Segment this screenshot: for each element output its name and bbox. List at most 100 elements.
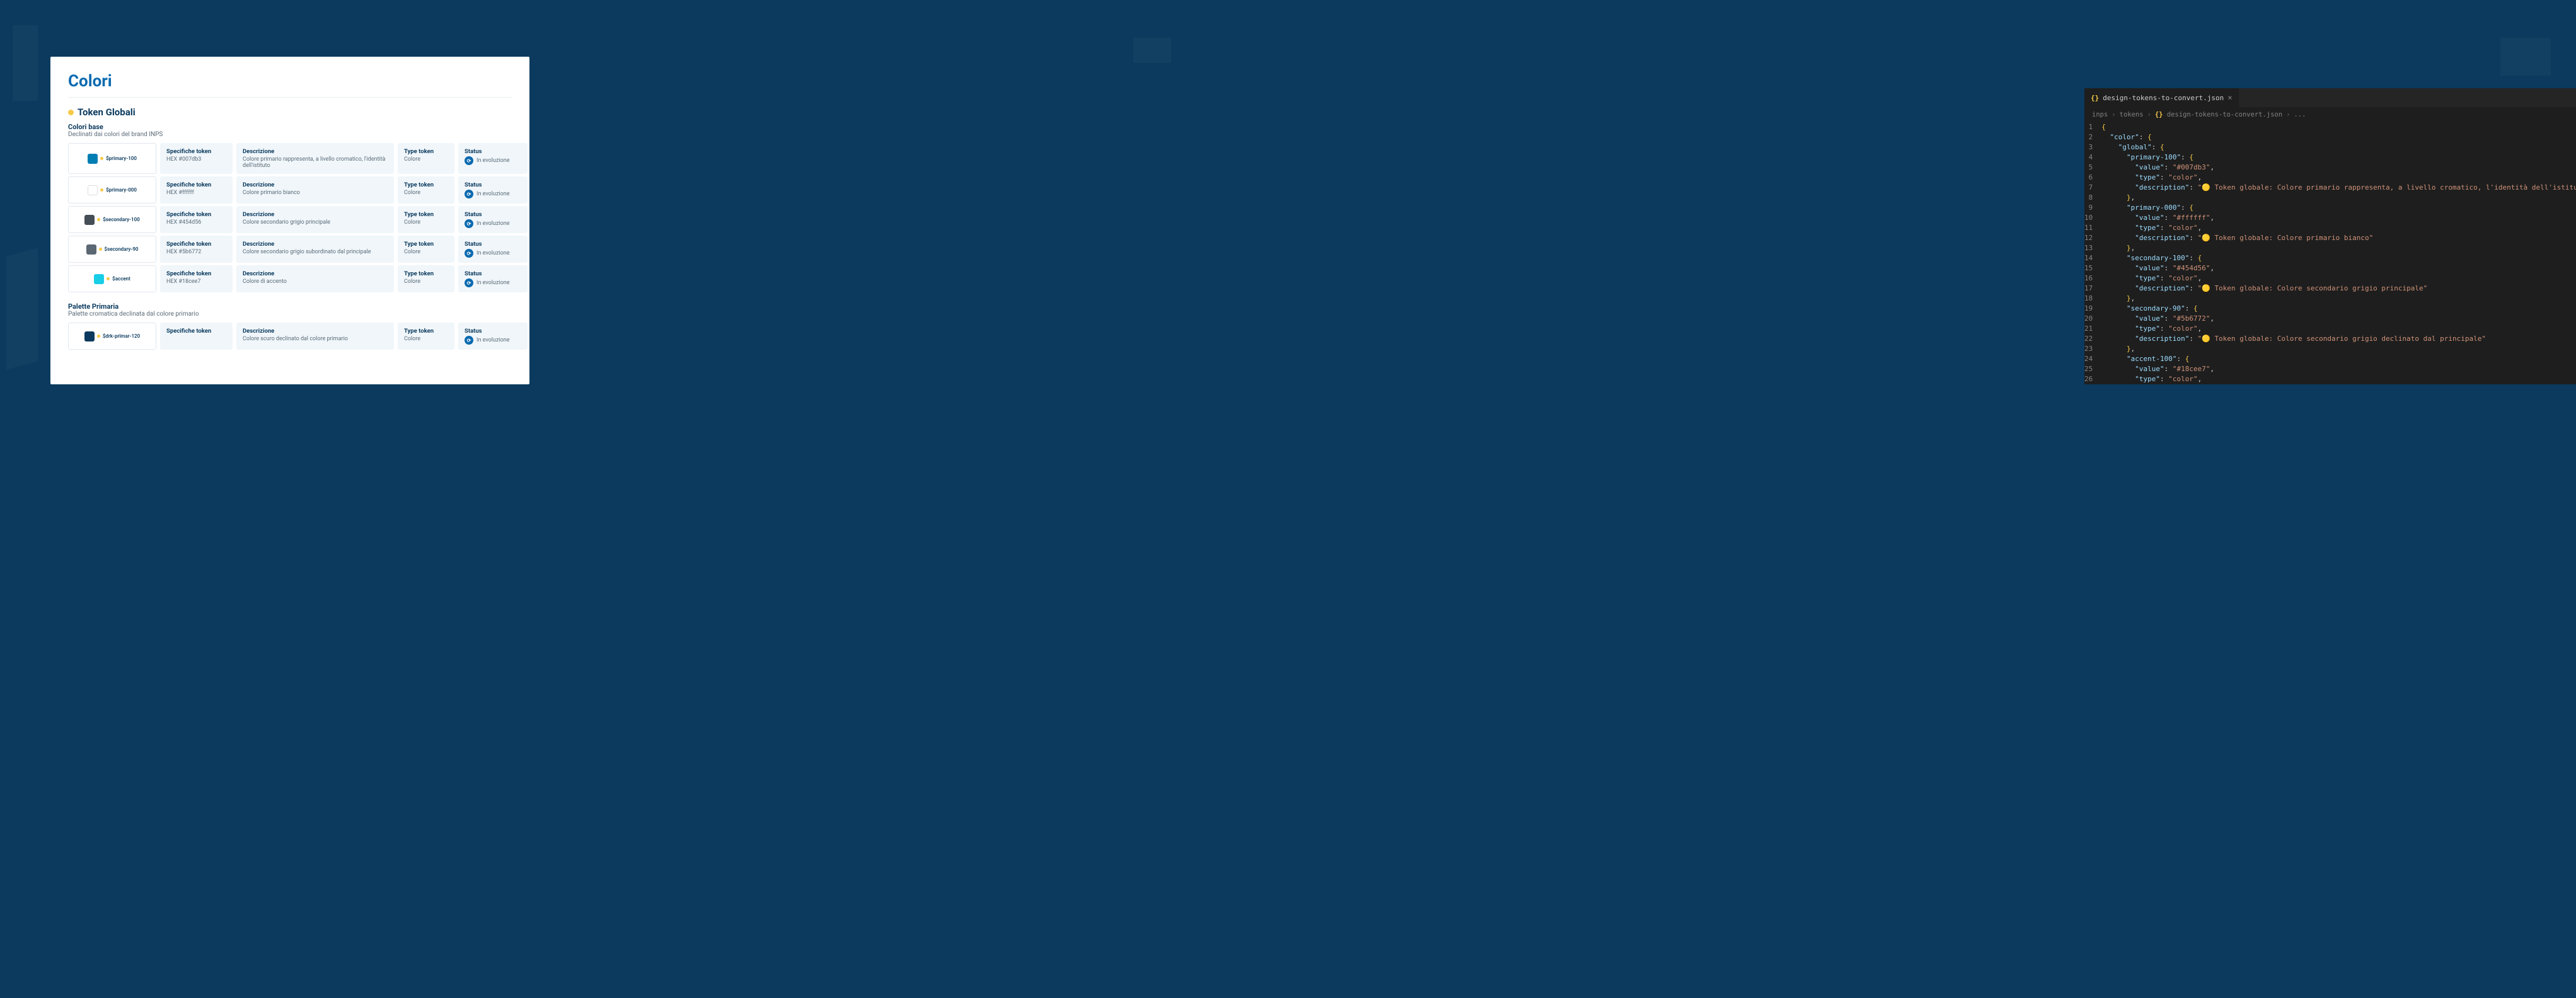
code-line[interactable]: "description": "🟡 Token globale: Colore … (2101, 233, 2576, 243)
type-card: Type token Colore (398, 143, 454, 174)
line-number: 2 (2084, 132, 2093, 142)
code-line[interactable]: }, (2101, 294, 2576, 304)
type-card: Type token Colore (398, 206, 454, 233)
line-number: 7 (2084, 183, 2093, 193)
code-line[interactable]: "type": "color", (2101, 324, 2576, 334)
token-row: $primary-100 Specifiche token HEX #007db… (68, 143, 512, 174)
json-icon: {} (2091, 94, 2099, 102)
color-swatch (84, 215, 95, 225)
bullet-icon (99, 248, 102, 251)
code-line[interactable]: }, (2101, 193, 2576, 203)
token-row: $drk-primar-120 Specifiche token Descriz… (68, 323, 512, 350)
spec-card: Specifiche token (160, 323, 233, 350)
code-line[interactable]: "value": "#007db3", (2101, 163, 2576, 173)
close-icon[interactable]: × (2227, 93, 2232, 102)
code-line[interactable]: "value": "#5b6772", (2101, 314, 2576, 324)
color-swatch (88, 154, 98, 164)
section-title: Token Globali (78, 106, 136, 118)
status-value: In evoluzione (477, 280, 509, 286)
color-swatch (94, 274, 104, 284)
line-number: 5 (2084, 163, 2093, 173)
line-number: 6 (2084, 173, 2093, 183)
code-line[interactable]: "description": "🟡 Token globale: Colore … (2101, 284, 2576, 294)
breadcrumb[interactable]: inps›tokens›{} design-tokens-to-convert.… (2084, 107, 2576, 122)
breadcrumb-segment[interactable]: tokens (2120, 111, 2144, 118)
code-line[interactable]: }, (2101, 243, 2576, 253)
code-line[interactable]: "description": "🟡 Token globale: Colore … (2101, 334, 2576, 344)
token-swatch-card[interactable]: $secondary-90 (68, 236, 156, 263)
breadcrumb-segment[interactable]: {} design-tokens-to-convert.json (2155, 111, 2282, 118)
type-card: Type token Colore (398, 176, 454, 204)
spec-card: Specifiche token HEX #ffffff (160, 176, 233, 204)
token-name: $drk-primar-120 (103, 333, 140, 339)
group-subtitle: Palette cromatica declinata dal colore p… (68, 311, 512, 318)
token-swatch-card[interactable]: $secondary-100 (68, 206, 156, 233)
type-card: Type token Colore (398, 236, 454, 263)
token-swatch-card[interactable]: $primary-100 (68, 143, 156, 174)
token-swatch-card[interactable]: $primary-000 (68, 176, 156, 204)
breadcrumb-segment[interactable]: inps (2092, 111, 2108, 118)
code-line[interactable]: "color": { (2101, 132, 2576, 142)
code-line[interactable]: "primary-000": { (2101, 203, 2576, 213)
line-number: 19 (2084, 304, 2093, 314)
code-area[interactable]: 1234567891011121314151617181920212223242… (2084, 122, 2576, 384)
code-line[interactable]: "type": "color", (2101, 173, 2576, 183)
divider (68, 97, 512, 98)
status-icon: ⟳ (465, 336, 473, 345)
status-value: In evoluzione (477, 191, 509, 197)
color-swatch (88, 185, 98, 195)
code-line[interactable]: "type": "color", (2101, 374, 2576, 384)
status-card: Status ⟳ In evoluzione (458, 236, 528, 263)
code-line[interactable]: "value": "#ffffff", (2101, 213, 2576, 223)
code-line[interactable]: "primary-100": { (2101, 152, 2576, 163)
line-number: 10 (2084, 213, 2093, 223)
desc-card: Descrizione Colore secondario grigio sub… (236, 236, 394, 263)
line-number: 1 (2084, 122, 2093, 132)
token-swatch-card[interactable]: $drk-primar-120 (68, 323, 156, 350)
bullet-icon (97, 218, 100, 221)
code-line[interactable]: "value": "#18cee7", (2101, 364, 2576, 374)
bullet-icon (68, 110, 74, 115)
status-icon: ⟳ (465, 278, 473, 287)
code-line[interactable]: "global": { (2101, 142, 2576, 152)
doc-panel: Colori Token Globali Colori base Declina… (50, 57, 529, 384)
code-editor: {} design-tokens-to-convert.json × inps›… (2084, 88, 2576, 384)
token-name: $secondary-90 (105, 246, 139, 252)
desc-card: Descrizione Colore primario bianco (236, 176, 394, 204)
line-number: 17 (2084, 284, 2093, 294)
bullet-icon (107, 277, 110, 280)
color-swatch (86, 244, 96, 255)
bullet-icon (100, 157, 103, 160)
token-name: $accent (112, 276, 130, 282)
line-number: 26 (2084, 374, 2093, 384)
status-value: In evoluzione (477, 250, 509, 256)
code-line[interactable]: "accent-100": { (2101, 354, 2576, 364)
type-card: Type token Colore (398, 265, 454, 292)
code-line[interactable]: { (2101, 122, 2576, 132)
code-line[interactable]: "value": "#454d56", (2101, 263, 2576, 273)
breadcrumb-segment[interactable]: ... (2294, 111, 2306, 118)
line-number: 18 (2084, 294, 2093, 304)
spec-card: Specifiche token HEX #454d56 (160, 206, 233, 233)
code-content[interactable]: { "color": { "global": { "primary-100": … (2101, 122, 2576, 384)
json-icon: {} (2155, 111, 2167, 118)
code-line[interactable]: "secondary-100": { (2101, 253, 2576, 263)
line-number: 23 (2084, 344, 2093, 354)
code-line[interactable]: "secondary-90": { (2101, 304, 2576, 314)
spec-card: Specifiche token HEX #5b6772 (160, 236, 233, 263)
token-row: $secondary-100 Specifiche token HEX #454… (68, 206, 512, 233)
spec-card: Specifiche token HEX #007db3 (160, 143, 233, 174)
token-swatch-card[interactable]: $accent (68, 265, 156, 292)
code-line[interactable]: }, (2101, 344, 2576, 354)
code-line[interactable]: "type": "color", (2101, 223, 2576, 233)
bullet-icon (97, 335, 100, 338)
editor-tab[interactable]: {} design-tokens-to-convert.json × (2084, 88, 2239, 107)
status-card: Status ⟳ In evoluzione (458, 176, 528, 204)
status-icon: ⟳ (465, 249, 473, 258)
code-line[interactable]: "description": "🟡 Token globale: Colore … (2101, 183, 2576, 193)
line-number: 25 (2084, 364, 2093, 374)
line-number: 11 (2084, 223, 2093, 233)
editor-tab-bar: {} design-tokens-to-convert.json × (2084, 88, 2576, 107)
code-line[interactable]: "type": "color", (2101, 273, 2576, 284)
line-number: 3 (2084, 142, 2093, 152)
